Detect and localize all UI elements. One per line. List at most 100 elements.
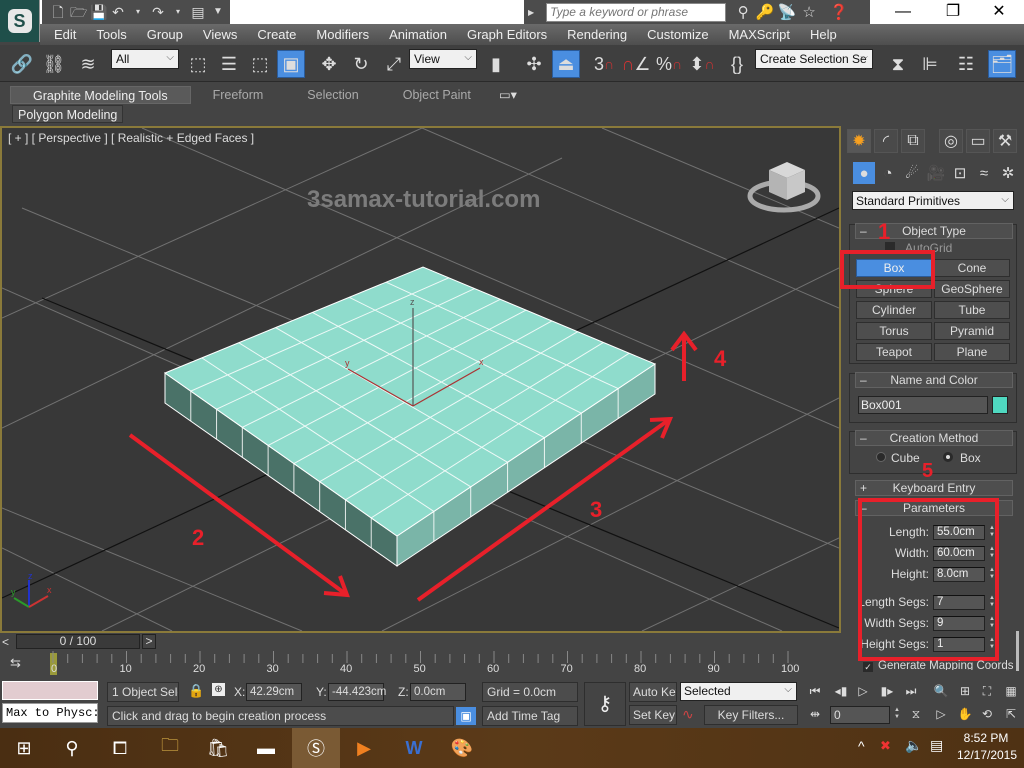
clock-time[interactable]: 8:52 PM bbox=[958, 731, 1014, 745]
file-explorer-icon[interactable]: 🗀 bbox=[146, 728, 194, 768]
unlink-selection-icon[interactable]: ⛓ bbox=[40, 50, 68, 78]
command-prompt-icon[interactable]: ▬ bbox=[242, 728, 290, 768]
tab-selection[interactable]: Selection bbox=[285, 86, 380, 104]
add-time-tag[interactable]: Add Time Tag bbox=[482, 706, 578, 726]
geometry-icon[interactable]: ● bbox=[853, 162, 875, 184]
selection-filter-select[interactable]: All ⌵ bbox=[111, 49, 179, 69]
z-coord-input[interactable]: 0.0cm bbox=[410, 683, 466, 701]
clock-date[interactable]: 12/17/2015 bbox=[956, 748, 1018, 762]
open-folder-icon[interactable]: 🗁 bbox=[70, 4, 87, 20]
tab-object-paint[interactable]: Object Paint bbox=[381, 86, 493, 104]
spinner-snap-icon[interactable]: ⬍ ∩ bbox=[688, 50, 716, 78]
scene-explorer-icon[interactable]: 🗂 bbox=[988, 50, 1016, 78]
start-button-icon[interactable]: ⊞ bbox=[0, 728, 48, 768]
lock-selection-icon[interactable]: 🔒 bbox=[188, 683, 204, 699]
select-and-link-icon[interactable]: 🔗 bbox=[8, 50, 36, 78]
menu-create[interactable]: Create bbox=[247, 27, 306, 42]
ribbon-options-icon[interactable]: ▭▾ bbox=[493, 86, 523, 104]
rectangular-selection-icon[interactable]: ⬚ bbox=[246, 50, 274, 78]
box-radio[interactable] bbox=[943, 452, 953, 462]
select-object-icon[interactable]: ⬚ bbox=[184, 50, 212, 78]
edit-named-selection-icon[interactable]: {} bbox=[723, 50, 751, 78]
satellite-icon[interactable]: 📡 bbox=[776, 3, 798, 21]
angle-snap-icon[interactable]: ∩ ∠ bbox=[621, 50, 650, 78]
adaptive-degradation-icon[interactable]: ▣ bbox=[456, 707, 476, 725]
key-mode-toggle-icon[interactable]: ⇹ bbox=[804, 705, 826, 723]
auto-key-button[interactable]: Auto Key bbox=[629, 682, 677, 702]
tube-button[interactable]: Tube bbox=[934, 301, 1010, 319]
tab-freeform[interactable]: Freeform bbox=[191, 86, 286, 104]
creation-method-header[interactable]: – Creation Method bbox=[855, 430, 1013, 446]
word-icon[interactable]: W bbox=[390, 728, 438, 768]
keyboard-entry-header[interactable]: + Keyboard Entry bbox=[855, 480, 1013, 496]
next-frame-icon[interactable]: ▮▸ bbox=[876, 682, 898, 700]
y-coord-input[interactable]: -44.423cm bbox=[328, 683, 386, 701]
lights-icon[interactable]: ☄ bbox=[901, 162, 923, 184]
menu-maxscript[interactable]: MAXScript bbox=[719, 27, 800, 42]
menu-edit[interactable]: Edit bbox=[40, 27, 86, 42]
mirror-icon[interactable]: ⧗ bbox=[884, 50, 912, 78]
menu-rendering[interactable]: Rendering bbox=[557, 27, 637, 42]
menu-views[interactable]: Views bbox=[193, 27, 247, 42]
search-input[interactable] bbox=[546, 2, 727, 22]
space-warps-icon[interactable]: ≈ bbox=[973, 162, 995, 184]
align-icon[interactable]: ⊫ bbox=[916, 50, 944, 78]
project-folder-icon[interactable]: ▤ bbox=[190, 4, 206, 20]
absolute-mode-toggle-icon[interactable]: ⊕ bbox=[212, 683, 225, 696]
viewcube[interactable] bbox=[747, 162, 821, 213]
object-name-input[interactable]: Box001 bbox=[858, 396, 988, 414]
undo-dropdown-icon[interactable]: ▾ bbox=[130, 4, 146, 20]
minimize-button[interactable]: — bbox=[880, 0, 926, 24]
modify-tab-icon[interactable]: ◜ bbox=[874, 129, 898, 153]
volume-icon[interactable]: 🔈 bbox=[905, 737, 922, 754]
viewport-label[interactable]: [ + ] [ Perspective ] [ Realistic + Edge… bbox=[8, 131, 254, 145]
geosphere-button[interactable]: GeoSphere bbox=[934, 280, 1010, 298]
task-view-icon[interactable]: ⧠ bbox=[96, 728, 144, 768]
menu-help[interactable]: Help bbox=[800, 27, 847, 42]
zoom-extents-icon[interactable]: ⛶ bbox=[976, 682, 998, 700]
teapot-button[interactable]: Teapot bbox=[856, 343, 932, 361]
bind-to-space-warp-icon[interactable]: ≋ bbox=[74, 50, 102, 78]
key-mode-select[interactable]: Selected ⌵ bbox=[680, 682, 797, 701]
utilities-tab-icon[interactable]: ⚒ bbox=[993, 129, 1017, 153]
expand-arrow-icon[interactable]: ▶ bbox=[528, 8, 534, 17]
prev-frame-button[interactable]: < bbox=[2, 635, 9, 649]
show-hidden-icons-icon[interactable]: ^ bbox=[858, 738, 865, 754]
play-icon[interactable]: ▷ bbox=[852, 682, 874, 700]
help-icon[interactable]: ❓ bbox=[828, 3, 850, 21]
pyramid-button[interactable]: Pyramid bbox=[934, 322, 1010, 340]
media-player-icon[interactable]: ▶ bbox=[340, 728, 388, 768]
field-of-view-icon[interactable]: ▷ bbox=[930, 705, 952, 723]
generate-mapping-checkbox[interactable]: ✓ bbox=[863, 662, 873, 672]
polygon-modeling-panel[interactable]: Polygon Modeling bbox=[12, 105, 124, 123]
plane-button[interactable]: Plane bbox=[934, 343, 1010, 361]
close-button[interactable]: ✕ bbox=[976, 0, 1022, 24]
category-select[interactable]: Standard Primitives ⌵ bbox=[852, 191, 1014, 210]
star-icon[interactable]: ☆ bbox=[798, 3, 820, 21]
action-center-icon[interactable]: ▤ bbox=[930, 737, 943, 754]
new-file-icon[interactable]: 🗋 bbox=[50, 4, 66, 20]
select-by-name-icon[interactable]: ☰ bbox=[215, 50, 243, 78]
next-frame-button[interactable]: > bbox=[142, 634, 156, 649]
redo-dropdown-icon[interactable]: ▾ bbox=[170, 4, 186, 20]
torus-button[interactable]: Torus bbox=[856, 322, 932, 340]
time-configuration-icon[interactable]: ⧖ bbox=[905, 705, 927, 723]
undo-icon[interactable]: ↶ bbox=[110, 4, 126, 20]
window-crossing-icon[interactable]: ▣ bbox=[277, 50, 305, 78]
select-manipulate-icon[interactable]: ✣ bbox=[520, 50, 548, 78]
create-tab-icon[interactable]: ✹ bbox=[847, 129, 871, 153]
cylinder-button[interactable]: Cylinder bbox=[856, 301, 932, 319]
motion-tab-icon[interactable]: ◎ bbox=[939, 129, 963, 153]
snaps-toggle-icon[interactable]: 3 ∩ bbox=[590, 50, 618, 78]
menu-graph-editors[interactable]: Graph Editors bbox=[457, 27, 557, 42]
pan-view-icon[interactable]: ✋ bbox=[954, 705, 976, 723]
hierarchy-tab-icon[interactable]: ⧉ bbox=[901, 129, 925, 153]
menu-modifiers[interactable]: Modifiers bbox=[306, 27, 379, 42]
orbit-icon[interactable]: ⟲ bbox=[976, 705, 998, 723]
zoom-all-icon[interactable]: ⊞ bbox=[954, 682, 976, 700]
named-selection-select[interactable]: Create Selection Se ⌵ bbox=[755, 49, 873, 69]
keyboard-shortcut-override-icon[interactable]: ⏏ bbox=[552, 50, 580, 78]
maximize-viewport-icon[interactable]: ⇱ bbox=[1000, 705, 1022, 723]
go-to-end-icon[interactable]: ⏭ bbox=[900, 682, 922, 700]
application-button[interactable]: S bbox=[0, 0, 40, 42]
